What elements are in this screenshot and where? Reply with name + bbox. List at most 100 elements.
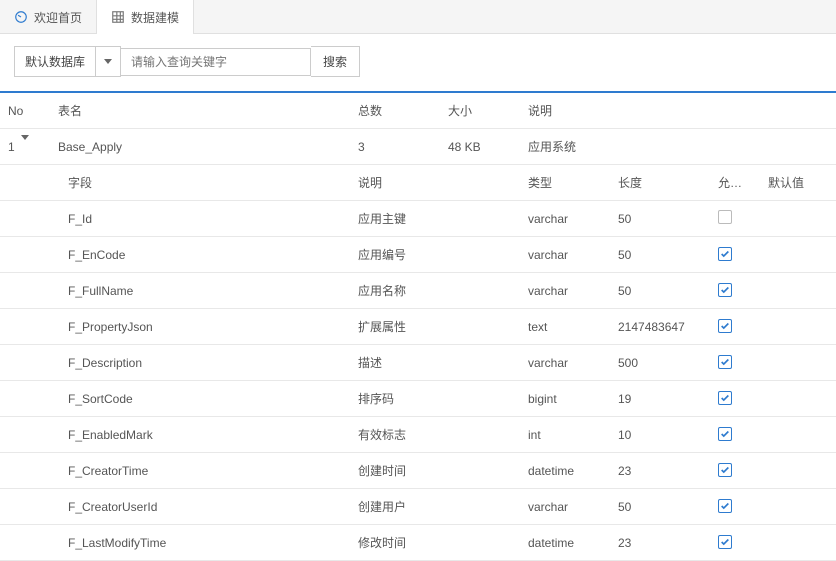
field-type: varchar [520, 275, 610, 307]
nested-header: 字段 说明 类型 长度 允许空 默认值 [0, 165, 836, 201]
field-default [760, 246, 820, 264]
col-len: 长度 [610, 165, 710, 200]
search-input[interactable] [121, 48, 311, 76]
nested-row[interactable]: F_LastModifyTime修改时间datetime23 [0, 525, 836, 561]
col-field: 字段 [60, 165, 350, 200]
grid-icon [111, 10, 125, 24]
table-header: No 表名 总数 大小 说明 [0, 93, 836, 129]
nested-row[interactable]: F_PropertyJson扩展属性text2147483647 [0, 309, 836, 345]
field-desc: 创建时间 [350, 453, 520, 488]
field-type: varchar [520, 491, 610, 523]
col-desc: 说明 [520, 93, 820, 128]
field-nullable [710, 346, 760, 379]
checkbox-icon[interactable] [718, 283, 732, 297]
field-len: 19 [610, 383, 710, 415]
checkbox-icon[interactable] [718, 463, 732, 477]
row-name: Base_Apply [50, 131, 350, 163]
tab-label: 欢迎首页 [34, 9, 82, 26]
row-total: 3 [350, 131, 440, 163]
field-default [760, 354, 820, 372]
checkbox-icon[interactable] [718, 499, 732, 513]
field-type: varchar [520, 203, 610, 235]
row-size: 48 KB [440, 131, 520, 163]
field-name: F_FullName [60, 275, 350, 307]
field-name: F_CreatorTime [60, 455, 350, 487]
field-default [760, 426, 820, 444]
col-nullable: 允许空 [710, 165, 760, 200]
checkbox-icon[interactable] [718, 535, 732, 549]
field-type: datetime [520, 455, 610, 487]
field-nullable [710, 526, 760, 559]
nested-row[interactable]: F_EnCode应用编号varchar50 [0, 237, 836, 273]
table-row[interactable]: 1 Base_Apply 3 48 KB 应用系统 [0, 129, 836, 165]
field-name: F_SortCode [60, 383, 350, 415]
col-name: 表名 [50, 93, 350, 128]
nested-row[interactable]: F_EnabledMark有效标志int10 [0, 417, 836, 453]
tab-bar: 欢迎首页 数据建模 [0, 0, 836, 34]
nested-row[interactable]: F_CreatorUserId创建用户varchar50 [0, 489, 836, 525]
checkbox-icon[interactable] [718, 319, 732, 333]
chevron-down-icon[interactable] [21, 140, 29, 154]
field-len: 500 [610, 347, 710, 379]
nested-row[interactable]: F_CreatorTime创建时间datetime23 [0, 453, 836, 489]
field-name: F_Description [60, 347, 350, 379]
field-len: 23 [610, 455, 710, 487]
field-type: varchar [520, 347, 610, 379]
row-no-value: 1 [8, 140, 15, 154]
checkbox-icon[interactable] [718, 355, 732, 369]
row-no: 1 [0, 131, 50, 163]
field-desc: 扩展属性 [350, 309, 520, 344]
field-nullable [710, 201, 760, 236]
field-default [760, 210, 820, 228]
field-type: text [520, 311, 610, 343]
field-nullable [710, 382, 760, 415]
col-no: No [0, 95, 50, 127]
nested-row[interactable]: F_Id应用主键varchar50 [0, 201, 836, 237]
checkbox-icon[interactable] [718, 210, 732, 224]
field-len: 10 [610, 419, 710, 451]
field-name: F_PropertyJson [60, 311, 350, 343]
col-size: 大小 [440, 93, 520, 128]
nested-row[interactable]: F_Description描述varchar500 [0, 345, 836, 381]
field-nullable [710, 454, 760, 487]
col-total: 总数 [350, 93, 440, 128]
db-select[interactable]: 默认数据库 [14, 46, 121, 77]
field-nullable [710, 490, 760, 523]
field-nullable [710, 238, 760, 271]
field-nullable [710, 418, 760, 451]
field-default [760, 390, 820, 408]
field-default [760, 498, 820, 516]
nested-row[interactable]: F_SortCode排序码bigint19 [0, 381, 836, 417]
tab-welcome[interactable]: 欢迎首页 [0, 0, 97, 34]
field-nullable [710, 310, 760, 343]
field-type: datetime [520, 527, 610, 559]
tab-data-model[interactable]: 数据建模 [97, 0, 194, 34]
field-type: int [520, 419, 610, 451]
col-field-desc: 说明 [350, 165, 520, 200]
field-desc: 修改时间 [350, 525, 520, 560]
field-len: 50 [610, 275, 710, 307]
field-name: F_EnabledMark [60, 419, 350, 451]
db-select-label[interactable]: 默认数据库 [14, 46, 96, 77]
dashboard-icon [14, 10, 28, 24]
field-len: 23 [610, 527, 710, 559]
field-name: F_CreatorUserId [60, 491, 350, 523]
row-desc: 应用系统 [520, 129, 820, 164]
field-type: varchar [520, 239, 610, 271]
field-len: 50 [610, 239, 710, 271]
checkbox-icon[interactable] [718, 391, 732, 405]
checkbox-icon[interactable] [718, 247, 732, 261]
checkbox-icon[interactable] [718, 427, 732, 441]
nested-row[interactable]: F_FullName应用名称varchar50 [0, 273, 836, 309]
field-name: F_EnCode [60, 239, 350, 271]
search-button[interactable]: 搜索 [311, 46, 360, 77]
field-desc: 应用主键 [350, 201, 520, 236]
chevron-down-icon[interactable] [96, 46, 121, 77]
toolbar: 默认数据库 搜索 [0, 34, 836, 91]
tab-label: 数据建模 [131, 9, 179, 26]
field-type: bigint [520, 383, 610, 415]
field-name: F_Id [60, 203, 350, 235]
field-default [760, 318, 820, 336]
col-default: 默认值 [760, 165, 820, 200]
field-desc: 应用编号 [350, 237, 520, 272]
